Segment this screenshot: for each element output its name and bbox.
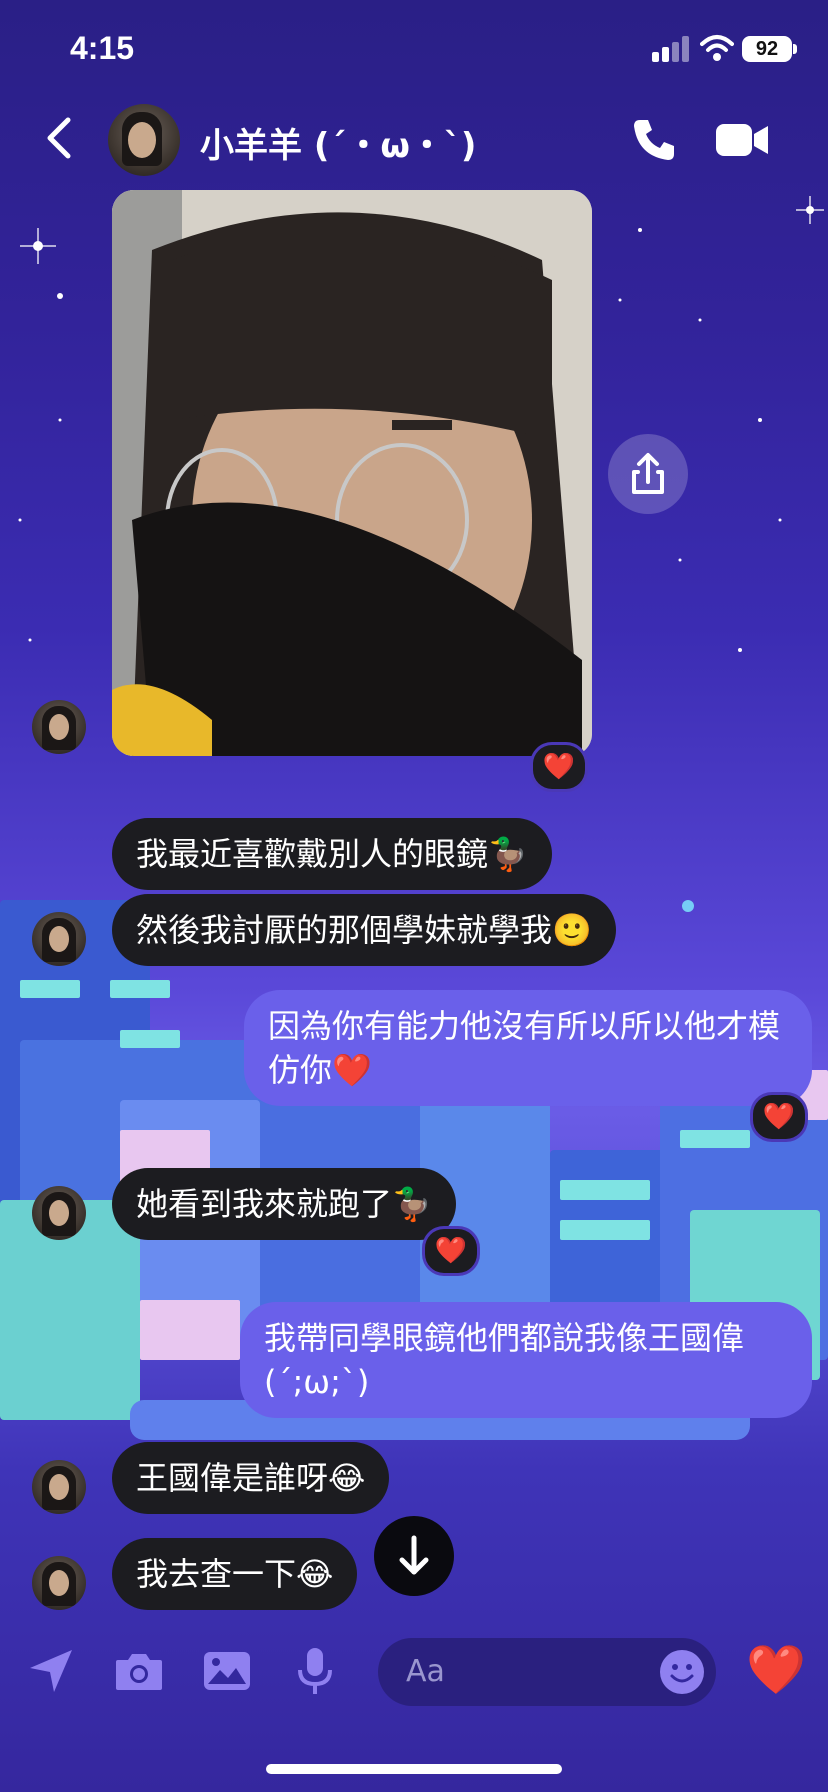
incoming-message[interactable]: 我去查一下😂 (112, 1538, 358, 1610)
heart-icon[interactable]: ❤️ (746, 1640, 806, 1700)
smiley-face-icon (670, 1664, 694, 1683)
phone-icon[interactable] (630, 116, 678, 164)
share-button[interactable] (608, 434, 688, 514)
window-decoration (560, 1220, 650, 1240)
video-icon[interactable] (714, 118, 770, 162)
camera-icon[interactable] (112, 1644, 166, 1698)
battery-indicator: 92 (742, 36, 792, 62)
signal-icon (652, 36, 689, 62)
home-indicator (266, 1764, 562, 1774)
heart-reaction[interactable]: ❤️ (422, 1226, 480, 1276)
window-decoration (680, 1130, 750, 1148)
window-decoration (120, 1030, 180, 1048)
image-icon[interactable] (200, 1644, 254, 1698)
outgoing-message[interactable]: 我帶同學眼鏡他們都說我像王國偉(´;ω;`) (240, 1302, 812, 1418)
avatar[interactable] (32, 700, 86, 754)
emoji-icon[interactable] (660, 1650, 704, 1694)
message-input-placeholder: Aa (406, 1654, 445, 1689)
window-decoration (140, 1300, 240, 1360)
scroll-to-bottom-button[interactable] (374, 1516, 454, 1596)
arrow-down-icon (399, 1535, 429, 1575)
outgoing-message[interactable]: 因為你有能力他沒有所以所以他才模仿你❤️ (244, 990, 812, 1106)
incoming-message[interactable]: 然後我討厭的那個學妹就學我🙂 (112, 894, 616, 966)
chevron-left-icon[interactable] (40, 116, 80, 160)
avatar[interactable] (32, 1556, 86, 1610)
selfie-image (112, 190, 592, 756)
incoming-message[interactable]: 王國偉是誰呀😂 (112, 1442, 390, 1514)
battery-tip (793, 44, 797, 54)
heart-reaction[interactable]: ❤️ (750, 1092, 808, 1142)
location-arrow-icon[interactable] (24, 1644, 78, 1698)
window-decoration (560, 1180, 650, 1200)
heart-reaction[interactable]: ❤️ (530, 742, 588, 792)
contact-name[interactable]: 小羊羊 (´・ω・`) (200, 118, 476, 167)
status-time: 4:15 (70, 30, 135, 66)
incoming-message[interactable]: 她看到我來就跑了🦆 (112, 1168, 456, 1240)
photo-message[interactable] (112, 190, 592, 756)
contact-avatar[interactable] (108, 104, 180, 176)
avatar[interactable] (32, 1460, 86, 1514)
avatar-face (128, 122, 156, 158)
window-decoration (20, 980, 80, 998)
share-icon (632, 453, 664, 494)
incoming-message[interactable]: 我最近喜歡戴別人的眼鏡🦆 (112, 818, 552, 890)
microphone-icon[interactable] (288, 1644, 342, 1698)
window-decoration (110, 980, 170, 998)
message-input[interactable]: Aa (378, 1638, 716, 1706)
wifi-icon (700, 35, 734, 61)
avatar[interactable] (32, 912, 86, 966)
avatar[interactable] (32, 1186, 86, 1240)
